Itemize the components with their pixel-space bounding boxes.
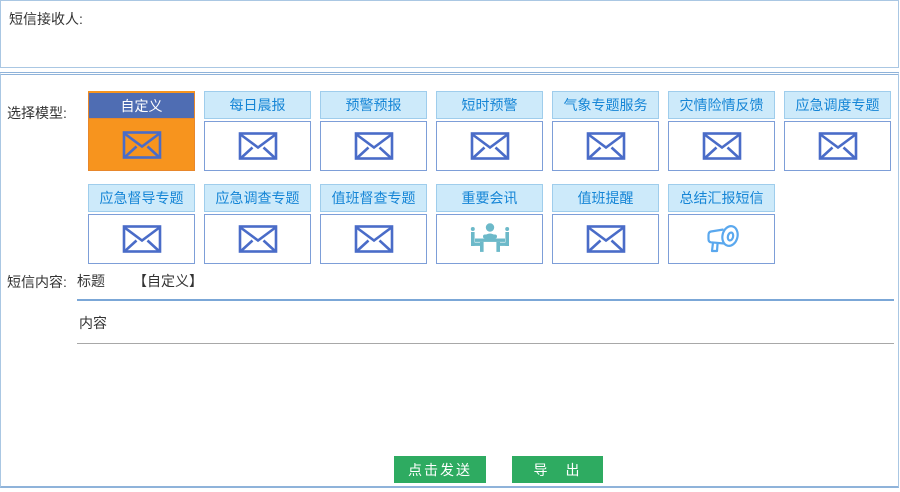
template-card[interactable]: 应急督导专题	[88, 184, 195, 264]
template-card[interactable]: 值班督查专题	[320, 184, 427, 264]
template-label: 短时预警	[462, 95, 518, 115]
sms-body-row[interactable]: 内容	[77, 301, 894, 344]
template-card-body[interactable]	[204, 121, 311, 171]
sms-title-row[interactable]: 标题 【自定义】	[77, 265, 894, 301]
envelope-icon	[702, 131, 742, 161]
envelope-icon	[238, 224, 278, 254]
template-label: 应急督导专题	[100, 188, 184, 208]
template-label: 自定义	[121, 96, 163, 116]
template-card-header[interactable]: 灾情险情反馈	[668, 91, 775, 119]
template-label: 重要会讯	[462, 188, 518, 208]
template-card-row: 应急督导专题 应急调查专题 值班督查专题	[88, 184, 891, 264]
template-label: 总结汇报短信	[680, 188, 764, 208]
compose-section: 选择模型: 自定义 每日晨报 预警预报	[0, 72, 899, 488]
template-card-body[interactable]	[436, 214, 543, 264]
template-label: 气象专题服务	[564, 95, 648, 115]
template-card-row: 自定义 每日晨报 预警预报	[88, 91, 891, 171]
template-card-header[interactable]: 短时预警	[436, 91, 543, 119]
template-card-body[interactable]	[784, 121, 891, 171]
envelope-icon	[354, 131, 394, 161]
template-card-body[interactable]	[320, 121, 427, 171]
template-card-header[interactable]: 重要会讯	[436, 184, 543, 212]
envelope-icon	[354, 224, 394, 254]
envelope-icon	[586, 131, 626, 161]
envelope-icon	[586, 224, 626, 254]
template-card-body[interactable]	[88, 119, 195, 171]
template-card-body[interactable]	[320, 214, 427, 264]
meeting-icon	[467, 220, 513, 258]
template-card-body[interactable]	[668, 214, 775, 264]
template-card-header[interactable]: 气象专题服务	[552, 91, 659, 119]
template-card[interactable]: 应急调查专题	[204, 184, 311, 264]
template-card-header[interactable]: 每日晨报	[204, 91, 311, 119]
recipient-input-area[interactable]: 短信接收人:	[0, 0, 899, 68]
template-card[interactable]: 预警预报	[320, 91, 427, 171]
sms-content-fields: 标题 【自定义】 内容	[77, 265, 894, 344]
template-label: 值班提醒	[578, 188, 634, 208]
send-button[interactable]: 点击发送	[394, 456, 486, 483]
envelope-icon	[122, 130, 162, 160]
template-card-header[interactable]: 应急调查专题	[204, 184, 311, 212]
model-label: 选择模型:	[7, 103, 67, 123]
template-card-body[interactable]	[204, 214, 311, 264]
export-button[interactable]: 导 出	[512, 456, 603, 483]
template-card[interactable]: 应急调度专题	[784, 91, 891, 171]
template-card[interactable]: 自定义	[88, 91, 195, 171]
envelope-icon	[122, 224, 162, 254]
title-value[interactable]: 【自定义】	[133, 271, 203, 291]
template-card-header[interactable]: 自定义	[88, 91, 195, 119]
template-grid: 自定义 每日晨报 预警预报	[88, 91, 891, 264]
content-label: 短信内容:	[7, 272, 67, 292]
recipient-label: 短信接收人:	[9, 9, 83, 29]
envelope-icon	[238, 131, 278, 161]
template-card[interactable]: 总结汇报短信	[668, 184, 775, 264]
sms-send-page: 短信接收人: 选择模型: 自定义 每日晨报 预警预报	[0, 0, 900, 492]
template-label: 每日晨报	[230, 95, 286, 115]
template-label: 应急调查专题	[216, 188, 300, 208]
template-card[interactable]: 值班提醒	[552, 184, 659, 264]
template-card-header[interactable]: 应急调度专题	[784, 91, 891, 119]
template-card-header[interactable]: 预警预报	[320, 91, 427, 119]
action-buttons: 点击发送 导 出	[394, 456, 603, 483]
template-card[interactable]: 重要会讯	[436, 184, 543, 264]
template-label: 应急调度专题	[796, 95, 880, 115]
template-card-body[interactable]	[552, 214, 659, 264]
body-label: 内容	[79, 315, 107, 331]
template-card-body[interactable]	[668, 121, 775, 171]
template-label: 值班督查专题	[332, 188, 416, 208]
envelope-icon	[470, 131, 510, 161]
template-card-header[interactable]: 应急督导专题	[88, 184, 195, 212]
template-card-header[interactable]: 值班提醒	[552, 184, 659, 212]
template-card[interactable]: 气象专题服务	[552, 91, 659, 171]
title-label: 标题	[77, 271, 105, 291]
template-card-header[interactable]: 值班督查专题	[320, 184, 427, 212]
template-card[interactable]: 每日晨报	[204, 91, 311, 171]
template-card[interactable]: 灾情险情反馈	[668, 91, 775, 171]
template-card-body[interactable]	[88, 214, 195, 264]
envelope-icon	[818, 131, 858, 161]
megaphone-icon	[701, 221, 743, 257]
template-card-header[interactable]: 总结汇报短信	[668, 184, 775, 212]
template-card-body[interactable]	[436, 121, 543, 171]
template-card-body[interactable]	[552, 121, 659, 171]
template-label: 预警预报	[346, 95, 402, 115]
template-label: 灾情险情反馈	[680, 95, 764, 115]
template-card[interactable]: 短时预警	[436, 91, 543, 171]
